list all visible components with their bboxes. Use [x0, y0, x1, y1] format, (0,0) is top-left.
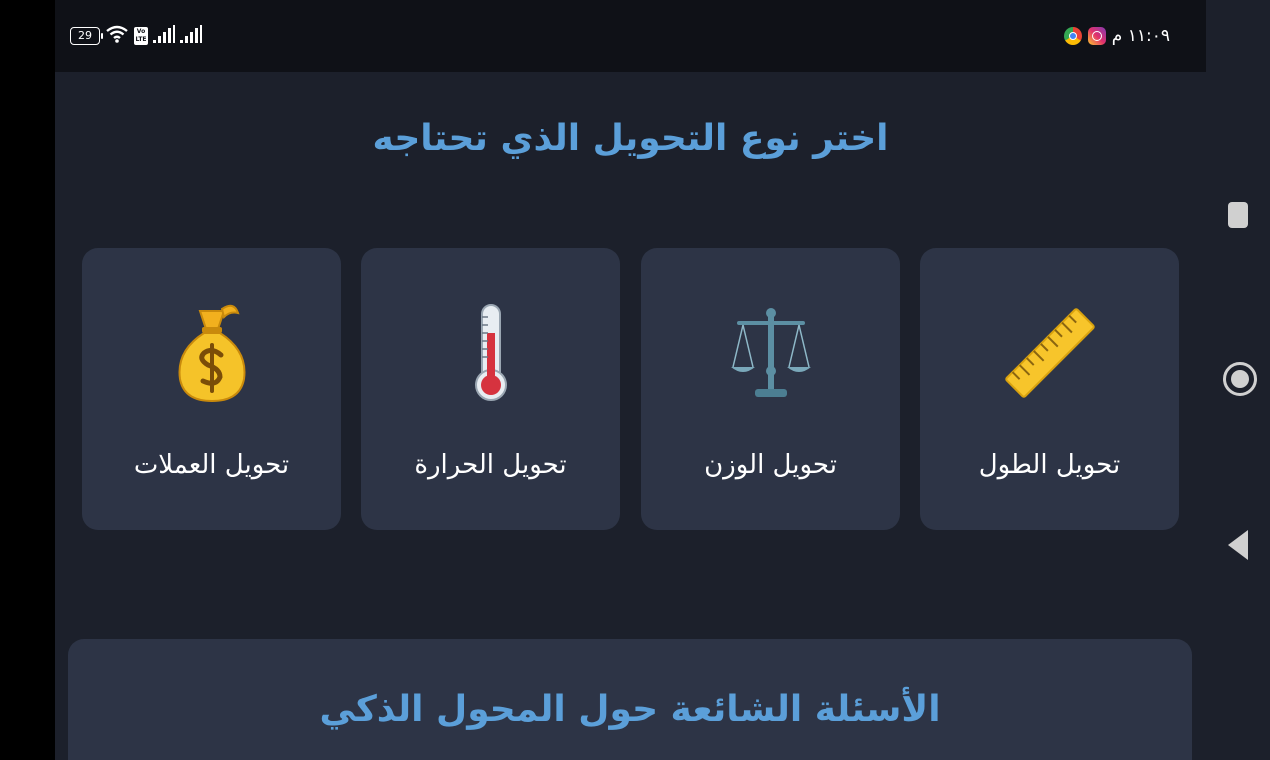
wifi-icon [105, 24, 129, 48]
conversion-cards: تحويل الطول تحويل الوزن تحويل الحرارة تح… [82, 248, 1179, 530]
temperature-conversion-card[interactable]: تحويل الحرارة [361, 248, 620, 530]
volte-icon: Vo LTE [134, 27, 148, 45]
length-conversion-card[interactable]: تحويل الطول [920, 248, 1179, 530]
status-bar-left: 29 Vo LTE [70, 24, 202, 48]
recent-apps-icon[interactable] [1228, 202, 1248, 228]
instagram-icon [1087, 27, 1106, 45]
temperature-conversion-label: تحويل الحرارة [414, 450, 567, 480]
money-bag-icon [82, 303, 341, 403]
volte-label-top: Vo [136, 28, 146, 35]
currency-conversion-card[interactable]: تحويل العملات [82, 248, 341, 530]
navigation-bar [1206, 0, 1270, 760]
app-screen: 29 Vo LTE ١١:٠٩ م اختر نوع التحويل الذي … [55, 0, 1206, 760]
status-time: ١١:٠٩ م [1111, 26, 1170, 46]
home-icon[interactable] [1223, 362, 1257, 396]
status-bar: 29 Vo LTE ١١:٠٩ م [55, 0, 1206, 72]
volte-label-bottom: LTE [135, 36, 147, 43]
currency-conversion-label: تحويل العملات [133, 450, 290, 480]
signal-icon [180, 25, 202, 47]
chrome-icon [1063, 27, 1082, 45]
scales-icon [641, 303, 900, 403]
status-bar-right: ١١:٠٩ م [1063, 24, 1170, 48]
signal-icon [153, 25, 175, 47]
battery-icon: 29 [70, 27, 103, 45]
faq-title: الأسئلة الشائعة حول المحول الذكي [319, 689, 941, 730]
thermometer-icon [361, 303, 620, 403]
weight-conversion-label: تحويل الوزن [704, 450, 837, 480]
faq-section: الأسئلة الشائعة حول المحول الذكي [68, 639, 1192, 760]
length-conversion-label: تحويل الطول [978, 450, 1121, 480]
page-title: اختر نوع التحويل الذي تحتاجه [372, 118, 889, 159]
weight-conversion-card[interactable]: تحويل الوزن [641, 248, 900, 530]
back-icon[interactable] [1228, 530, 1248, 560]
ruler-icon [920, 303, 1179, 403]
